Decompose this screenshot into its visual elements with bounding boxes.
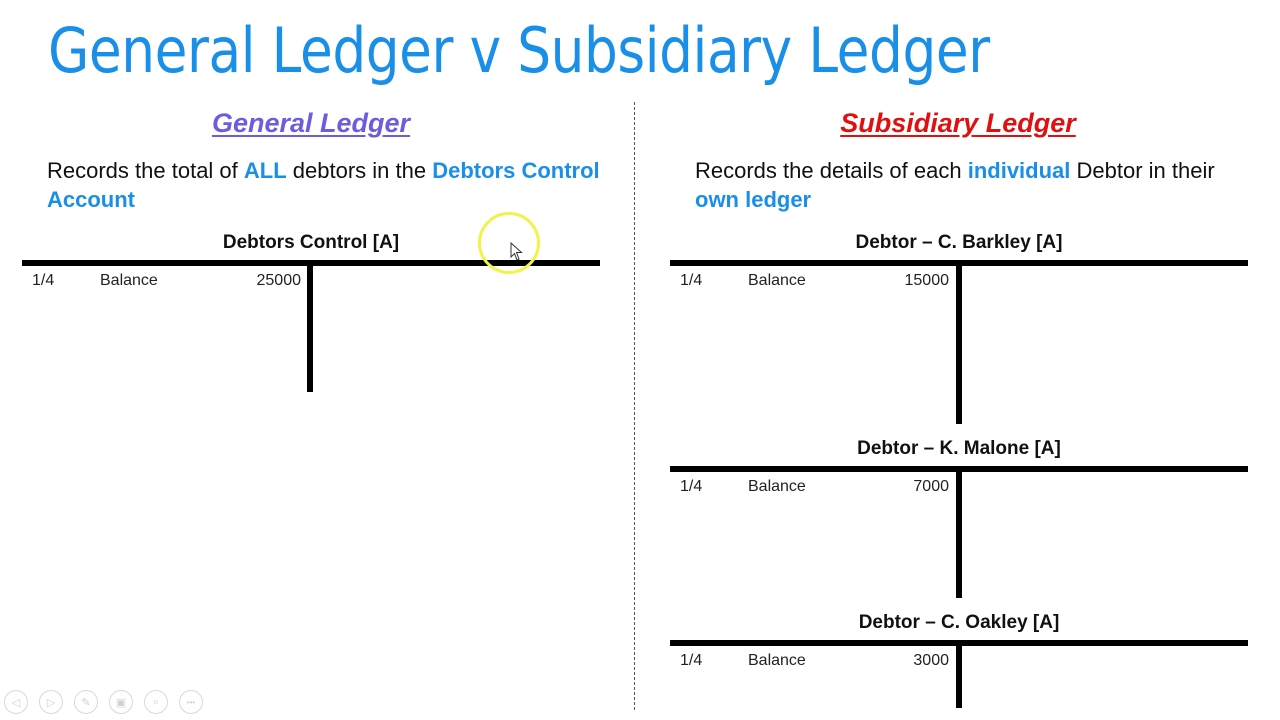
general-ledger-heading: General Ledger [211, 108, 411, 138]
desc-text: Debtor in their [1070, 158, 1215, 183]
entry-date: 1/4 [680, 652, 703, 669]
entry-description: Balance [748, 652, 806, 669]
desc-text: debtors in the [286, 158, 433, 183]
t-account-title: Debtor – K. Malone [A] [857, 438, 1061, 459]
t-account-c-oakley: Debtor – C. Oakley [A] 1/4 Balance 3000 [670, 612, 1248, 708]
entry-description: Balance [748, 272, 806, 289]
t-account-vertical-line [956, 260, 962, 424]
previous-icon: ◁ [11, 696, 21, 709]
entry-date: 1/4 [680, 478, 703, 495]
t-account-title: Debtor – C. Oakley [A] [858, 612, 1060, 633]
pen-icon: ✎ [81, 696, 91, 709]
t-account-title: Debtor – C. Barkley [A] [855, 232, 1063, 253]
desc-highlight: ALL [243, 158, 287, 183]
zoom-button[interactable]: ⌕ [144, 690, 168, 714]
slide-title: General Ledger v Subsidiary Ledger [48, 14, 990, 87]
t-account-vertical-line [956, 466, 962, 598]
entry-amount: 15000 [904, 272, 950, 289]
t-account-vertical-line [956, 640, 962, 708]
t-account-c-barkley: Debtor – C. Barkley [A] 1/4 Balance 1500… [670, 232, 1248, 427]
next-icon: ▷ [46, 696, 56, 709]
more-options-button[interactable]: ••• [179, 690, 203, 714]
pen-button[interactable]: ✎ [74, 690, 98, 714]
slides-grid-icon: ▣ [115, 696, 127, 709]
general-ledger-description: Records the total of ALL debtors in the … [47, 156, 607, 214]
cursor-highlight-ring [478, 212, 540, 274]
mouse-pointer-icon [510, 242, 523, 261]
column-divider [634, 102, 635, 710]
t-account-vertical-line [307, 260, 313, 392]
presentation-toolbar: ◁ ▷ ✎ ▣ ⌕ ••• [4, 690, 203, 714]
desc-highlight: own ledger [695, 187, 812, 212]
desc-highlight: individual [967, 158, 1071, 183]
entry-description: Balance [748, 478, 806, 495]
magnifier-icon: ⌕ [152, 695, 160, 708]
entry-date: 1/4 [32, 272, 55, 289]
entry-description: Balance [100, 272, 158, 289]
entry-amount: 7000 [913, 478, 949, 495]
desc-text: Records the total of [47, 158, 244, 183]
slides-view-button[interactable]: ▣ [109, 690, 133, 714]
previous-slide-button[interactable]: ◁ [4, 690, 28, 714]
desc-text: Records the details of each [695, 158, 968, 183]
entry-amount: 25000 [256, 272, 302, 289]
next-slide-button[interactable]: ▷ [39, 690, 63, 714]
more-dots-icon: ••• [186, 697, 196, 707]
t-account-k-malone: Debtor – K. Malone [A] 1/4 Balance 7000 [670, 438, 1248, 598]
subsidiary-ledger-heading: Subsidiary Ledger [840, 108, 1076, 138]
entry-amount: 3000 [913, 652, 949, 669]
subsidiary-ledger-description: Records the details of each individual D… [695, 156, 1255, 214]
entry-date: 1/4 [680, 272, 703, 289]
